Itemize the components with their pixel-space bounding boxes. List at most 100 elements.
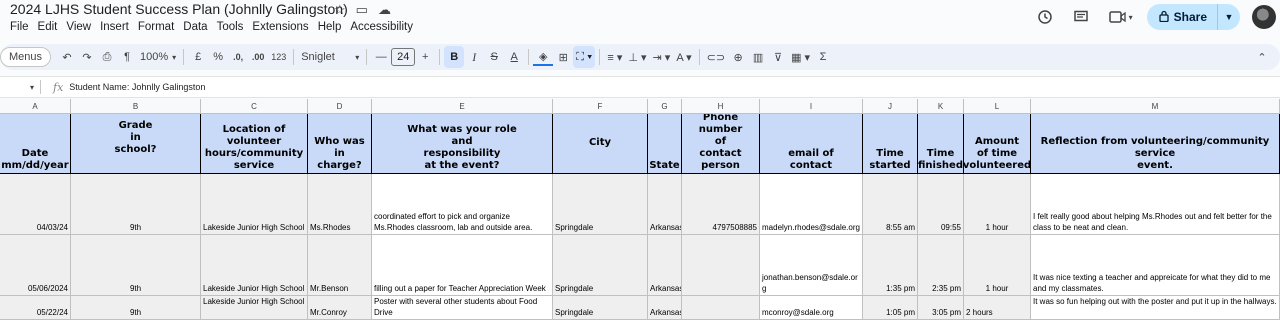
- cell-amount[interactable]: 1 hour: [964, 174, 1031, 235]
- paint-format-icon[interactable]: ¶: [117, 46, 137, 68]
- text-rotation-icon[interactable]: A ▾: [673, 46, 694, 68]
- menus-search-button[interactable]: Menus: [0, 47, 52, 67]
- text-wrapping-icon[interactable]: ⇥ ▾: [650, 46, 674, 68]
- menu-data[interactable]: Data: [183, 21, 207, 33]
- menu-extensions[interactable]: Extensions: [252, 21, 308, 33]
- cell-time-started[interactable]: 1:05 pm: [863, 296, 918, 320]
- cell-grade[interactable]: 9th: [71, 174, 201, 235]
- column-header-d[interactable]: D: [308, 99, 372, 114]
- header-time-started[interactable]: Time started: [863, 114, 918, 174]
- cell-in-charge[interactable]: Ms.Rhodes: [308, 174, 372, 235]
- cell-city[interactable]: Springdale: [553, 296, 648, 320]
- cell-reflection[interactable]: It was nice texting a teacher and apprei…: [1031, 235, 1280, 296]
- cell-time-started[interactable]: 1:35 pm: [863, 235, 918, 296]
- column-header-i[interactable]: I: [760, 99, 863, 114]
- cell-email[interactable]: jonathan.benson@sdale.org: [760, 235, 863, 296]
- name-box[interactable]: ▾: [0, 83, 40, 92]
- document-title[interactable]: 2024 LJHS Student Success Plan (Johnlly …: [10, 1, 348, 17]
- cell-phone[interactable]: [682, 296, 760, 320]
- cloud-status-icon[interactable]: ☁: [378, 2, 391, 18]
- menu-format[interactable]: Format: [138, 21, 174, 33]
- cell-state[interactable]: Arkansas: [648, 235, 682, 296]
- menu-edit[interactable]: Edit: [38, 21, 58, 33]
- zoom-select[interactable]: 100% ▾: [137, 46, 179, 68]
- font-size-input[interactable]: 24: [391, 48, 416, 66]
- cell-in-charge[interactable]: Mr.Benson: [308, 235, 372, 296]
- cell-reflection[interactable]: It was so fun helping out with the poste…: [1031, 296, 1280, 320]
- cell-state[interactable]: Arkansas: [648, 174, 682, 235]
- header-location[interactable]: Location of volunteer hours/community se…: [201, 114, 308, 174]
- insert-comment-icon[interactable]: ⊕: [728, 46, 748, 68]
- cell-role[interactable]: coordinated effort to pick and organize …: [372, 174, 553, 235]
- meet-icon[interactable]: ▾: [1103, 3, 1139, 31]
- column-header-h[interactable]: H: [682, 99, 760, 114]
- move-folder-icon[interactable]: ▭: [356, 2, 368, 18]
- currency-format-button[interactable]: £: [188, 46, 208, 68]
- header-reflection[interactable]: Reflection from volunteering/community s…: [1031, 114, 1280, 174]
- menu-help[interactable]: Help: [318, 21, 342, 33]
- cell-city[interactable]: Springdale: [553, 174, 648, 235]
- share-dropdown-icon[interactable]: ▼: [1218, 12, 1240, 22]
- header-amount[interactable]: Amount of time volunteered: [964, 114, 1031, 174]
- column-header-a[interactable]: A: [0, 99, 71, 114]
- borders-icon[interactable]: ⊞: [553, 46, 573, 68]
- cell-date[interactable]: 05/06/2024: [0, 235, 71, 296]
- cell-role[interactable]: filling out a paper for Teacher Apprecia…: [372, 235, 553, 296]
- menu-tools[interactable]: Tools: [217, 21, 244, 33]
- comments-icon[interactable]: [1067, 3, 1095, 31]
- column-header-b[interactable]: B: [71, 99, 201, 114]
- decrease-font-size-button[interactable]: —: [371, 46, 391, 68]
- share-main[interactable]: Share: [1147, 4, 1218, 30]
- cell-time-finished[interactable]: 2:35 pm: [918, 235, 964, 296]
- column-header-c[interactable]: C: [201, 99, 308, 114]
- cell-phone[interactable]: 4797508885: [682, 174, 760, 235]
- cell-in-charge[interactable]: Mr.Conroy: [308, 296, 372, 320]
- history-icon[interactable]: [1031, 3, 1059, 31]
- print-icon[interactable]: ⎙: [97, 46, 117, 68]
- menu-accessibility[interactable]: Accessibility: [350, 21, 413, 33]
- cell-location[interactable]: Lakeside Junior High School: [201, 174, 308, 235]
- cell-time-started[interactable]: 8:55 am: [863, 174, 918, 235]
- header-phone[interactable]: Phone number of contact person: [682, 114, 760, 174]
- header-state[interactable]: State: [648, 114, 682, 174]
- cell-grade[interactable]: 9th: [71, 235, 201, 296]
- filter-icon[interactable]: ⊽: [768, 46, 788, 68]
- menu-view[interactable]: View: [66, 21, 91, 33]
- percent-format-button[interactable]: %: [208, 46, 228, 68]
- share-button[interactable]: Share ▼: [1146, 4, 1240, 30]
- undo-icon[interactable]: ↶: [57, 46, 77, 68]
- functions-button[interactable]: Σ: [813, 46, 833, 68]
- column-header-l[interactable]: L: [964, 99, 1031, 114]
- cell-grade[interactable]: 9th: [71, 296, 201, 320]
- menu-insert[interactable]: Insert: [100, 21, 129, 33]
- strikethrough-button[interactable]: S: [484, 46, 504, 68]
- column-header-j[interactable]: J: [863, 99, 918, 114]
- header-in-charge[interactable]: Who was in charge?: [308, 114, 372, 174]
- column-header-g[interactable]: G: [648, 99, 682, 114]
- formula-input[interactable]: Student Name: Johnlly Galingston: [69, 82, 205, 92]
- header-time-finished[interactable]: Time finished: [918, 114, 964, 174]
- increase-decimal-button[interactable]: .00: [248, 46, 268, 68]
- header-date[interactable]: Date mm/dd/year: [0, 114, 71, 174]
- merge-cells-icon[interactable]: ⛶ ▾: [573, 46, 596, 68]
- cell-location[interactable]: Lakeside Junior High School: [201, 296, 308, 320]
- menu-file[interactable]: File: [10, 21, 29, 33]
- column-header-f[interactable]: F: [553, 99, 648, 114]
- column-header-m[interactable]: M: [1031, 99, 1280, 114]
- cell-reflection[interactable]: I felt really good about helping Ms.Rhod…: [1031, 174, 1280, 235]
- decrease-decimal-button[interactable]: .0,: [228, 46, 248, 68]
- header-email[interactable]: email of contact: [760, 114, 863, 174]
- cell-email[interactable]: mconroy@sdale.org: [760, 296, 863, 320]
- fill-color-icon[interactable]: ◈: [533, 48, 554, 66]
- cell-state[interactable]: Arkansas: [648, 296, 682, 320]
- column-header-e[interactable]: E: [372, 99, 553, 114]
- header-role[interactable]: What was your role and responsibility at…: [372, 114, 553, 174]
- cell-role[interactable]: Poster with several other students about…: [372, 296, 553, 320]
- star-icon[interactable]: ☆: [334, 2, 346, 18]
- header-grade[interactable]: Grade in school?: [71, 114, 201, 174]
- column-header-k[interactable]: K: [918, 99, 964, 114]
- cell-date[interactable]: 05/22/24: [0, 296, 71, 320]
- filter-views-icon[interactable]: ▦ ▾: [788, 46, 813, 68]
- horizontal-align-icon[interactable]: ≡ ▾: [604, 46, 625, 68]
- cell-time-finished[interactable]: 3:05 pm: [918, 296, 964, 320]
